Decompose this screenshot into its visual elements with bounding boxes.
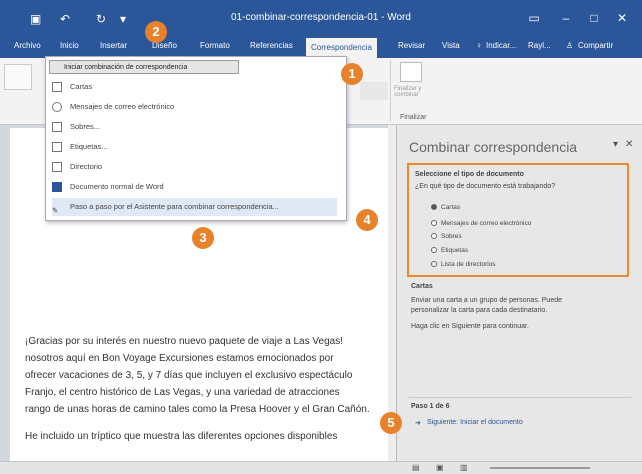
menu-item-directorio[interactable]: Directorio <box>52 158 337 176</box>
menu-item-label: Paso a paso por el Asistente para combin… <box>70 202 279 211</box>
menu-item-wizard[interactable]: ✎ Paso a paso por el Asistente para combi… <box>52 198 337 216</box>
radio-label: Sobres <box>441 233 462 240</box>
pane-title: Combinar correspondencia <box>409 139 578 155</box>
radio-sobres[interactable]: Sobres <box>431 233 462 240</box>
tab-referencias[interactable]: Referencias <box>250 41 293 50</box>
tell-me-input[interactable]: Indicar... <box>486 41 516 50</box>
description-line: Enviar una carta a un grupo de personas.… <box>411 297 562 304</box>
word-icon <box>52 182 62 193</box>
tab-insertar[interactable]: Insertar <box>100 41 127 50</box>
ribbon-tabs: Archivo Inicio Insertar Diseño Formato R… <box>0 38 642 58</box>
user-name[interactable]: Rayl... <box>528 41 551 50</box>
title-bar: ▣ ↶ ↻ ▾ 01-combinar-correspondencia-01 -… <box>0 0 642 38</box>
print-layout-icon[interactable]: ▣ <box>436 463 444 472</box>
preview-results-button[interactable] <box>360 82 388 100</box>
menu-item-normal-document[interactable]: Documento normal de Word <box>52 178 337 196</box>
menu-item-label: Mensajes de correo electrónico <box>70 102 175 111</box>
share-button[interactable]: Compartir <box>578 41 613 50</box>
menu-item-label: Cartas <box>70 82 93 91</box>
next-step-link[interactable]: Siguiente: Iniciar el documento <box>427 419 523 426</box>
radio-cartas[interactable]: Cartas <box>431 204 460 211</box>
pane-close-icon[interactable]: ✕ <box>625 139 633 150</box>
tab-inicio[interactable]: Inicio <box>60 41 79 50</box>
doc-line: ¡Gracias por su interés en nuestro nuevo… <box>25 336 343 347</box>
description-line: Haga clic en Siguiente para continuar. <box>411 323 529 330</box>
lightbulb-icon: ♀ <box>476 41 482 50</box>
envelope-icon[interactable] <box>4 64 32 90</box>
label-icon <box>52 142 62 153</box>
radio-etiquetas[interactable]: Etiquetas <box>431 247 468 254</box>
doc-line: nosotros aquí en Bon Voyage Excursiones … <box>25 353 334 364</box>
radio-directorio[interactable]: Lista de directorios <box>431 261 496 268</box>
callout-1: 1 <box>341 63 363 85</box>
tab-formato[interactable]: Formato <box>200 41 230 50</box>
web-layout-icon[interactable]: ▥ <box>460 463 468 472</box>
read-mode-icon[interactable]: ▤ <box>412 463 420 472</box>
doc-line: rango de unas horas de camino tales como… <box>25 404 370 415</box>
email-icon <box>52 102 62 113</box>
tab-correspondencia[interactable]: Correspondencia <box>306 38 377 58</box>
radio-icon <box>431 247 437 254</box>
step-indicator: Paso 1 de 6 <box>411 403 450 410</box>
menu-item-label: Sobres... <box>70 122 101 131</box>
mail-merge-pane: Combinar correspondencia ▾ ✕ Seleccione … <box>396 125 642 473</box>
callout-4: 4 <box>356 209 378 231</box>
radio-label: Lista de directorios <box>441 261 496 268</box>
start-merge-dropdown: Iniciar combinación de correspondencia C… <box>45 56 347 221</box>
radio-icon <box>431 233 437 240</box>
doc-line: ofrecer vacaciones de 3, 5, y 7 días que… <box>25 370 353 381</box>
menu-item-label: Documento normal de Word <box>70 182 164 191</box>
envelope-small-icon <box>52 122 62 133</box>
menu-item-label: Etiquetas... <box>70 142 108 151</box>
radio-email[interactable]: Mensajes de correo electrónico <box>431 220 531 227</box>
radio-selected-icon <box>431 204 437 211</box>
pane-options-icon[interactable]: ▾ <box>613 139 618 150</box>
minimize-button[interactable]: – <box>556 9 576 27</box>
menu-item-email[interactable]: Mensajes de correo electrónico <box>52 98 337 116</box>
status-bar: ▤ ▣ ▥ <box>0 461 642 474</box>
tab-vista[interactable]: Vista <box>442 41 460 50</box>
radio-label: Cartas <box>441 204 461 211</box>
group-divider <box>390 60 391 122</box>
close-button[interactable]: ✕ <box>612 9 632 27</box>
share-icon: ♙ <box>566 41 574 50</box>
menu-item-cartas[interactable]: Cartas <box>52 78 337 96</box>
window-title: 01-combinar-correspondencia-01 - Word <box>231 12 411 23</box>
finish-merge-icon[interactable] <box>400 62 422 82</box>
ribbon-display-icon[interactable]: ▭ <box>524 9 544 27</box>
menu-item-label: Directorio <box>70 162 103 171</box>
directory-icon <box>52 162 62 173</box>
radio-icon <box>431 261 437 268</box>
callout-5: 5 <box>380 412 402 434</box>
finish-merge-label[interactable]: Finalizar y combinar <box>394 86 434 98</box>
section-question: ¿En qué tipo de documento está trabajand… <box>415 183 556 190</box>
start-merge-button[interactable]: Iniciar combinación de correspondencia <box>49 60 239 74</box>
doc-line: Franjo, el centro histórico de Las Vegas… <box>25 387 340 398</box>
menu-item-etiquetas[interactable]: Etiquetas... <box>52 138 337 156</box>
letter-icon <box>52 82 62 93</box>
callout-3: 3 <box>192 227 214 249</box>
radio-label: Mensajes de correo electrónico <box>441 220 532 227</box>
doc-line: He incluido un tríptico que muestra las … <box>25 431 338 442</box>
menu-item-sobres[interactable]: Sobres... <box>52 118 337 136</box>
pane-divider <box>409 397 631 398</box>
radio-icon <box>431 220 437 227</box>
radio-label: Etiquetas <box>441 247 469 254</box>
maximize-button[interactable]: □ <box>584 9 604 27</box>
description-title: Cartas <box>411 283 433 290</box>
next-arrow-icon[interactable]: ➔ <box>415 419 421 427</box>
wizard-icon: ✎ <box>52 206 59 216</box>
finish-group-label: Finalizar <box>400 114 427 121</box>
tab-revisar[interactable]: Revisar <box>398 41 425 50</box>
zoom-slider[interactable] <box>490 467 590 469</box>
description-line: personalizar la carta para cada destinat… <box>411 307 548 314</box>
callout-2: 2 <box>145 21 167 43</box>
section-title: Seleccione el tipo de documento <box>415 171 524 178</box>
tab-archivo[interactable]: Archivo <box>14 41 41 50</box>
